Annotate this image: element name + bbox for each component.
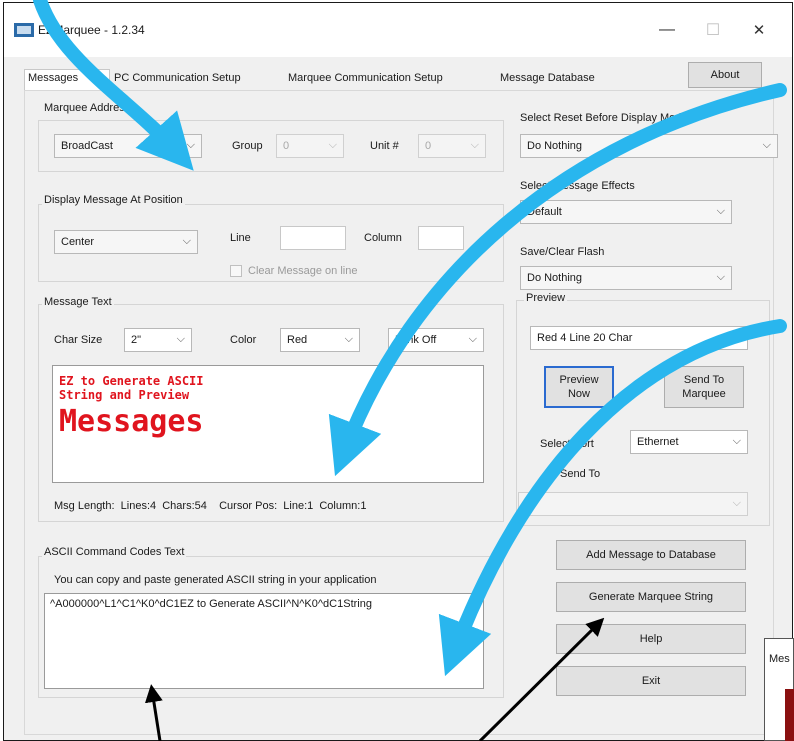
chevron-down-icon: ⌵ [716,271,725,283]
chevron-down-icon: ⌵ [182,235,191,247]
blink-value: Blink Off [395,334,437,346]
secondary-window-title: Mes [769,653,790,665]
close-button[interactable]: ✕ [736,15,782,45]
char-size-select[interactable]: 2" ⌵ [124,328,192,352]
message-line-2: String and Preview [59,388,190,402]
char-size-value: 2" [131,334,142,346]
chevron-down-icon: ⌵ [468,333,477,345]
send-to-marquee-button[interactable]: Send To Marquee [664,366,744,408]
unit-value: 0 [425,140,432,152]
chevron-down-icon: ⌵ [732,331,741,343]
group-select[interactable]: 0 ⌵ [276,134,344,158]
ascii-hint: You can copy and paste generated ASCII s… [54,574,377,586]
group-label: Group [232,140,263,152]
preview-type-value: Red 4 Line 20 Char [537,332,633,344]
generate-marquee-string-button[interactable]: Generate Marquee String [556,582,746,612]
chevron-down-icon: ⌵ [762,139,771,151]
tab-message-database[interactable]: Message Database [500,72,595,84]
app-icon [14,23,34,37]
line-input[interactable] [280,226,346,250]
flash-label: Save/Clear Flash [520,246,605,258]
preview-type-select[interactable]: Red 4 Line 20 Char ⌵ [530,326,748,350]
message-editor[interactable]: EZ to Generate ASCII String and Preview … [52,365,484,483]
unit-select[interactable]: 0 ⌵ [418,134,486,158]
clear-message-label: Clear Message on line [248,265,358,277]
ascii-label: ASCII Command Codes Text [42,546,187,558]
chevron-down-icon: ⌵ [344,333,353,345]
marquee-address-value: BroadCast [61,140,113,152]
chevron-down-icon: ⌵ [732,435,741,447]
help-button[interactable]: Help [556,624,746,654]
port-select[interactable]: Ethernet ⌵ [630,430,748,454]
group-value: 0 [283,140,290,152]
effects-label: Select Message Effects [520,180,635,192]
chevron-down-icon: ⌵ [732,497,741,509]
port-value: Ethernet [637,436,679,448]
chevron-down-icon: ⌵ [716,205,725,217]
chevron-down-icon: ⌵ [470,139,479,151]
chevron-down-icon: ⌵ [186,139,195,151]
reset-mode-select[interactable]: Do Nothing ⌵ [520,134,778,158]
exit-button[interactable]: Exit [556,666,746,696]
color-select[interactable]: Red ⌵ [280,328,360,352]
column-label: Column [364,232,402,244]
send-to-label: Send To [560,468,601,480]
ascii-output-text: ^A000000^L1^C1^K0^dC1EZ to Generate ASCI… [50,598,372,610]
window-title: EZMarquee - 1.2.34 [38,23,145,37]
reset-mode-value: Do Nothing [527,140,583,152]
add-to-database-button[interactable]: Add Message to Database [556,540,746,570]
about-button[interactable]: About [688,62,762,88]
color-value: Red [287,334,308,346]
message-line-1: EZ to Generate ASCII [59,374,204,388]
display-position-label: Display Message At Position [42,194,185,206]
message-status: Msg Length: Lines:4 Chars:54 Cursor Pos:… [54,500,367,512]
flash-value: Do Nothing [527,272,583,284]
effects-select[interactable]: Default ⌵ [520,200,732,224]
char-size-label: Char Size [54,334,103,346]
select-port-label: Select Port [540,438,594,450]
tab-messages[interactable]: Messages [28,72,78,84]
send-to-select[interactable]: ⌵ [518,492,748,516]
maximize-button[interactable]: ☐ [690,15,736,45]
tab-marquee-communication-setup[interactable]: Marquee Communication Setup [288,72,443,84]
blink-select[interactable]: Blink Off ⌵ [388,328,484,352]
position-select[interactable]: Center ⌵ [54,230,198,254]
line-label: Line [230,232,251,244]
secondary-window[interactable]: Mes [764,638,794,741]
tab-pc-communication-setup[interactable]: PC Communication Setup [114,72,241,84]
secondary-window-preview [785,689,794,741]
marquee-address-select[interactable]: BroadCast ⌵ [54,134,202,158]
effects-value: Default [527,206,562,218]
message-line-big: Messages [59,404,204,439]
preview-now-button[interactable]: Preview Now [544,366,614,408]
ascii-output[interactable]: ^A000000^L1^C1^K0^dC1EZ to Generate ASCI… [44,593,484,689]
marquee-address-label: Marquee Address [42,102,133,114]
column-input[interactable] [418,226,464,250]
reset-mode-label: Select Reset Before Display Mode [520,112,688,124]
chevron-down-icon: ⌵ [176,333,185,345]
position-value: Center [61,236,95,248]
unit-label: Unit # [370,140,399,152]
minimize-button[interactable]: — [644,15,690,45]
preview-label: Preview [524,292,568,304]
color-label: Color [230,334,257,346]
clear-message-checkbox[interactable] [230,265,242,277]
flash-select[interactable]: Do Nothing ⌵ [520,266,732,290]
title-bar: EZMarquee - 1.2.34 — ☐ ✕ [4,3,792,57]
message-text-label: Message Text [42,296,114,308]
chevron-down-icon: ⌵ [328,139,337,151]
